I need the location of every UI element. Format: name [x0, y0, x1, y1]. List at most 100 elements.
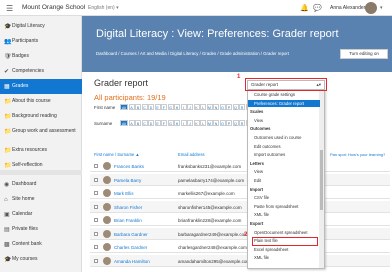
dropdown-option[interactable]: Paste from spreadsheet — [248, 203, 320, 210]
letter-filter-button[interactable]: J — [187, 104, 193, 110]
letter-filter-button[interactable]: M — [206, 120, 213, 126]
letter-filter-button[interactable]: N — [213, 104, 219, 110]
drawer-item[interactable]: ⌂ Site home — [0, 192, 82, 207]
letter-filter-button[interactable]: I — [180, 120, 187, 126]
site-name[interactable]: Mount Orange School — [22, 4, 85, 11]
dropdown-option[interactable]: OpenDocument spreadsheet — [248, 229, 320, 236]
drawer-item[interactable]: 🎓 My courses — [0, 252, 82, 267]
dropdown-option[interactable]: Preferences: Grader report — [248, 99, 320, 107]
sort-name-header[interactable]: First name / Surname ▲ — [94, 152, 140, 157]
dropdown-option[interactable]: View — [248, 168, 320, 175]
letter-filter-button[interactable]: K — [193, 120, 200, 126]
letter-filter-button[interactable]: All — [120, 120, 128, 126]
drawer-item[interactable]: ▤ Private files — [0, 222, 82, 237]
letter-filter-button[interactable]: P — [226, 104, 232, 110]
letter-filter-button[interactable]: F — [161, 120, 167, 126]
row-checkbox[interactable] — [94, 204, 98, 209]
drawer-item[interactable]: 🛡 Badges — [0, 49, 82, 64]
dropdown-option[interactable]: XML file — [248, 254, 320, 261]
student-name-link[interactable]: Amanda Hamilton — [114, 259, 150, 264]
letter-filter-button[interactable]: P — [226, 120, 232, 126]
drawer-item[interactable]: 👥 Participants — [0, 34, 82, 49]
letter-filter-button[interactable]: A — [128, 104, 135, 110]
drawer-item[interactable]: 📁 Group work and assessment — [0, 124, 82, 139]
hamburger-menu-icon[interactable]: ☰ — [6, 4, 13, 13]
email-header[interactable]: Email address — [178, 152, 205, 157]
avatar[interactable] — [103, 216, 111, 224]
letter-filter-button[interactable]: Q — [232, 120, 239, 126]
letter-filter-button[interactable]: L — [200, 120, 206, 126]
turn-editing-on-button[interactable]: Turn editing on — [340, 49, 388, 59]
row-checkbox[interactable] — [94, 177, 98, 182]
drawer-item[interactable]: ◉ Dashboard — [0, 177, 82, 192]
student-name-link[interactable]: Mark Ellis — [114, 191, 134, 196]
letter-filter-button[interactable]: R — [239, 104, 245, 110]
letter-filter-button[interactable]: E — [154, 120, 161, 126]
letter-filter-button[interactable]: K — [193, 104, 200, 110]
row-checkbox[interactable] — [94, 245, 98, 249]
drawer-item[interactable]: ▩ Content bank — [0, 237, 82, 252]
drawer-item[interactable]: 📁 About this course — [0, 94, 82, 109]
user-avatar[interactable] — [365, 2, 377, 14]
dropdown-option[interactable]: Import outcomes — [248, 151, 320, 158]
letter-filter-button[interactable]: B — [135, 104, 141, 110]
letter-filter-button[interactable]: F — [161, 104, 167, 110]
letter-filter-button[interactable]: D — [148, 104, 154, 110]
avatar[interactable] — [103, 189, 111, 197]
letter-filter-button[interactable]: O — [219, 104, 226, 110]
dropdown-option[interactable]: Edit outcomes — [248, 143, 320, 150]
letter-filter-button[interactable]: H — [174, 104, 180, 110]
letter-filter-button[interactable]: E — [154, 104, 161, 110]
letter-filter-button[interactable]: A — [128, 120, 135, 126]
letter-filter-button[interactable]: M — [206, 104, 213, 110]
letter-filter-button[interactable]: J — [187, 120, 193, 126]
student-name-link[interactable]: Brian Franklin — [114, 218, 142, 223]
letter-filter-button[interactable]: N — [213, 120, 219, 126]
dropdown-option[interactable]: Excel spreadsheet — [248, 246, 320, 253]
avatar[interactable] — [103, 229, 111, 238]
student-name-link[interactable]: Barbara Gardner — [114, 232, 148, 237]
letter-filter-button[interactable]: Q — [232, 104, 239, 110]
row-checkbox[interactable] — [94, 164, 98, 168]
avatar[interactable] — [103, 175, 111, 184]
row-checkbox[interactable] — [94, 258, 98, 263]
messages-icon[interactable]: 💬 — [313, 4, 322, 12]
dropdown-scrollbar-thumb[interactable] — [320, 150, 323, 210]
avatar[interactable] — [103, 202, 111, 211]
notifications-bell-icon[interactable]: 🔔 — [300, 4, 309, 12]
avatar[interactable] — [103, 243, 111, 251]
dropdown-option[interactable]: Edit — [248, 177, 320, 184]
student-name-link[interactable]: Charles Gardner — [114, 245, 147, 250]
letter-filter-button[interactable]: All — [120, 104, 128, 110]
dropdown-option[interactable]: CSV file — [248, 194, 320, 201]
avatar[interactable] — [103, 162, 111, 170]
letter-filter-button[interactable]: G — [167, 104, 174, 110]
dropdown-option[interactable]: Outcomes used in course — [248, 134, 320, 141]
letter-filter-button[interactable]: H — [174, 120, 180, 126]
letter-filter-button[interactable]: C — [141, 104, 148, 110]
student-name-link[interactable]: Sharon Fisher — [114, 205, 142, 210]
breadcrumb[interactable]: Dashboard / Courses / Art and Media / Di… — [96, 51, 289, 56]
letter-filter-button[interactable]: G — [167, 120, 174, 126]
drawer-item[interactable]: ✔ Competencies — [0, 64, 82, 79]
letter-filter-button[interactable]: R — [239, 120, 245, 126]
drawer-item[interactable]: ▦ Grades — [0, 79, 82, 94]
student-name-link[interactable]: Frances Banks — [114, 164, 144, 169]
row-checkbox[interactable] — [94, 191, 98, 195]
drawer-item[interactable]: 📁 Extra resources — [0, 143, 82, 158]
student-name-link[interactable]: Pamela Barry — [114, 178, 141, 183]
row-checkbox[interactable] — [94, 231, 98, 236]
user-menu-chevron-down-icon[interactable]: ▾ — [380, 5, 383, 11]
dropdown-option[interactable]: View — [248, 117, 320, 124]
drawer-item[interactable]: 🎓 Digital Literacy — [0, 19, 82, 34]
grade-item-header[interactable]: Pan spot: How's your learning? — [330, 152, 385, 157]
row-checkbox[interactable] — [94, 218, 98, 222]
drawer-item[interactable]: 📁 Background reading — [0, 109, 82, 124]
letter-filter-button[interactable]: C — [141, 120, 148, 126]
letter-filter-button[interactable]: L — [200, 104, 206, 110]
letter-filter-button[interactable]: B — [135, 120, 141, 126]
avatar[interactable] — [103, 256, 111, 265]
dropdown-option[interactable]: XML file — [248, 211, 320, 218]
drawer-item[interactable]: ▣ Calendar — [0, 207, 82, 222]
language-menu[interactable]: English (en) ▾ — [88, 5, 119, 11]
